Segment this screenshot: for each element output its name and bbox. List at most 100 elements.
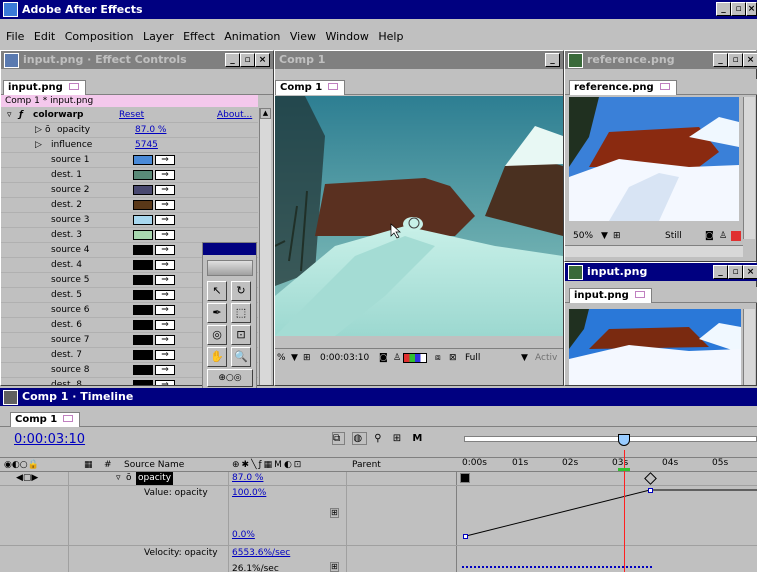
value-min[interactable]: 0.0% [232,530,255,540]
menu-help[interactable]: Help [378,30,403,43]
parent-header[interactable]: Parent [352,458,381,472]
tab-reference-png[interactable]: reference.png [569,80,677,95]
value-keyframe-start[interactable] [463,534,468,539]
eyedropper-icon[interactable]: ⇒ [155,185,175,195]
menu-animation[interactable]: Animation [224,30,280,43]
property-expand-icon[interactable]: ▿ [116,472,121,485]
reference-title-bar[interactable]: reference.png _ ▫ × [565,51,757,69]
zoom-tool-icon[interactable]: 🔍 [231,347,251,367]
effect-expand-icon[interactable]: ▿ [7,108,12,122]
eyedropper-icon[interactable]: ⇒ [155,275,175,285]
velocity-graph-menu-icon[interactable]: ⊞ [330,562,339,572]
effect-controls-close-button[interactable]: × [255,53,270,67]
current-time-indicator-icon[interactable] [618,434,630,446]
layer-property-name[interactable]: opacity [136,472,174,485]
rotation-tool-icon[interactable]: ↻ [231,281,251,301]
reference-zoom-dropdown-icon[interactable]: ▼ [601,229,608,243]
reference-safe-zones-icon[interactable]: ⊞ [613,229,621,243]
tab-input-png[interactable]: input.png [3,80,86,95]
fx-icon[interactable]: ƒ [19,108,23,122]
resolution-value[interactable]: Full [465,349,480,367]
tab-comp-1[interactable]: Comp 1 [275,80,346,95]
value-graph[interactable] [458,486,757,546]
color-swatch[interactable] [133,185,153,195]
time-navigator[interactable] [460,428,757,450]
selection-tool-icon[interactable]: ↖ [207,281,227,301]
comp-title-bar[interactable]: Comp 1 _ [275,51,563,69]
eyedropper-icon[interactable]: ⇒ [155,230,175,240]
effect-controls-title-bar[interactable]: input.png · Effect Controls _ ▫ × [1,51,273,69]
color-swatch[interactable] [133,215,153,225]
reference-minimize-button[interactable]: _ [713,53,728,67]
active-camera-value[interactable]: Activ [535,349,557,367]
effect-controls-maximize-button[interactable]: ▫ [240,53,255,67]
eyedropper-icon[interactable]: ⇒ [155,380,175,385]
comp-timecode[interactable]: 0:00:03:10 [320,349,369,367]
influence-expand-icon[interactable]: ▷ [35,138,42,152]
pan-behind-tool-icon[interactable]: ⊡ [231,325,251,345]
color-swatch[interactable] [133,350,153,360]
safe-zones-icon[interactable]: ⊞ [303,349,311,367]
about-link[interactable]: About... [217,108,252,122]
input-minimize-button[interactable]: _ [713,265,728,279]
tab-close-icon[interactable] [63,415,74,422]
color-swatch[interactable] [133,320,153,330]
input-scrollbar[interactable] [743,309,755,385]
snapshot-icon[interactable]: ◙ [379,349,388,367]
opacity-value[interactable]: 87.0 % [135,123,166,137]
velocity-min[interactable]: 26.1%/sec [232,564,279,572]
effect-scrollbar[interactable]: ▲ [259,108,271,385]
menu-window[interactable]: Window [325,30,368,43]
timeline-timecode[interactable]: 0:00:03:10 [14,432,85,447]
color-swatch[interactable] [133,230,153,240]
tab-timeline-comp-1[interactable]: Comp 1 [10,412,81,427]
maximize-button[interactable]: ▫ [731,2,746,16]
color-swatch[interactable] [133,305,153,315]
draft-3d-icon[interactable]: ◍ [352,432,368,445]
resolution-dropdown-icon[interactable]: ▼ [521,349,528,367]
comp-minimize-button[interactable]: _ [545,53,560,67]
velocity-value[interactable]: 6553.6%/sec [232,548,290,558]
layer-property-value[interactable]: 87.0 % [232,472,263,485]
color-swatch[interactable] [133,155,153,165]
eyedropper-icon[interactable]: ⇒ [155,305,175,315]
color-swatch[interactable] [133,260,153,270]
value-max[interactable]: 100.0% [232,488,266,498]
color-swatch[interactable] [133,245,153,255]
eyedropper-icon[interactable]: ⇒ [155,200,175,210]
comp-viewer-image[interactable] [275,96,563,336]
reference-viewer-image[interactable] [569,97,739,221]
keyframe-nav-icons[interactable]: ◀▢▶ [16,472,38,485]
work-area-marker[interactable] [618,468,630,471]
reference-color-icon[interactable] [731,231,741,241]
hand-tool-icon[interactable]: ✋ [207,347,227,367]
eyedropper-icon[interactable]: ⇒ [155,320,175,330]
tab-close-icon[interactable] [659,83,670,90]
reference-hscrollbar[interactable] [565,245,743,257]
eyedropper-icon[interactable]: ⇒ [155,245,175,255]
color-swatch[interactable] [133,380,153,385]
color-swatch[interactable] [133,170,153,180]
effect-controls-minimize-button[interactable]: _ [225,53,240,67]
influence-value[interactable]: 5745 [135,138,158,152]
show-snapshot-icon[interactable]: ♙ [393,349,401,367]
roi-icon[interactable]: ⧈ [435,349,441,367]
eyedropper-icon[interactable]: ⇒ [155,260,175,270]
zoom-dropdown-icon[interactable]: ▼ [291,349,298,367]
color-swatch[interactable] [133,275,153,285]
tools-title-bar[interactable] [203,243,256,255]
input-viewer-image[interactable] [569,309,741,385]
channels-icon[interactable] [403,353,427,363]
eyedropper-icon[interactable]: ⇒ [155,155,175,165]
shy-layers-icon[interactable]: ⚲ [374,433,385,444]
eyedropper-icon[interactable]: ⇒ [155,350,175,360]
eyedropper-icon[interactable]: ⇒ [155,290,175,300]
input-maximize-button[interactable]: ▫ [728,265,743,279]
color-swatch[interactable] [133,200,153,210]
tab-close-icon[interactable] [328,83,339,90]
color-swatch[interactable] [133,290,153,300]
pen-tool-icon[interactable]: ✒ [207,303,227,323]
tab-input-png-viewer[interactable]: input.png [569,288,652,303]
zoom-value[interactable]: % [277,349,286,367]
color-swatch[interactable] [133,335,153,345]
